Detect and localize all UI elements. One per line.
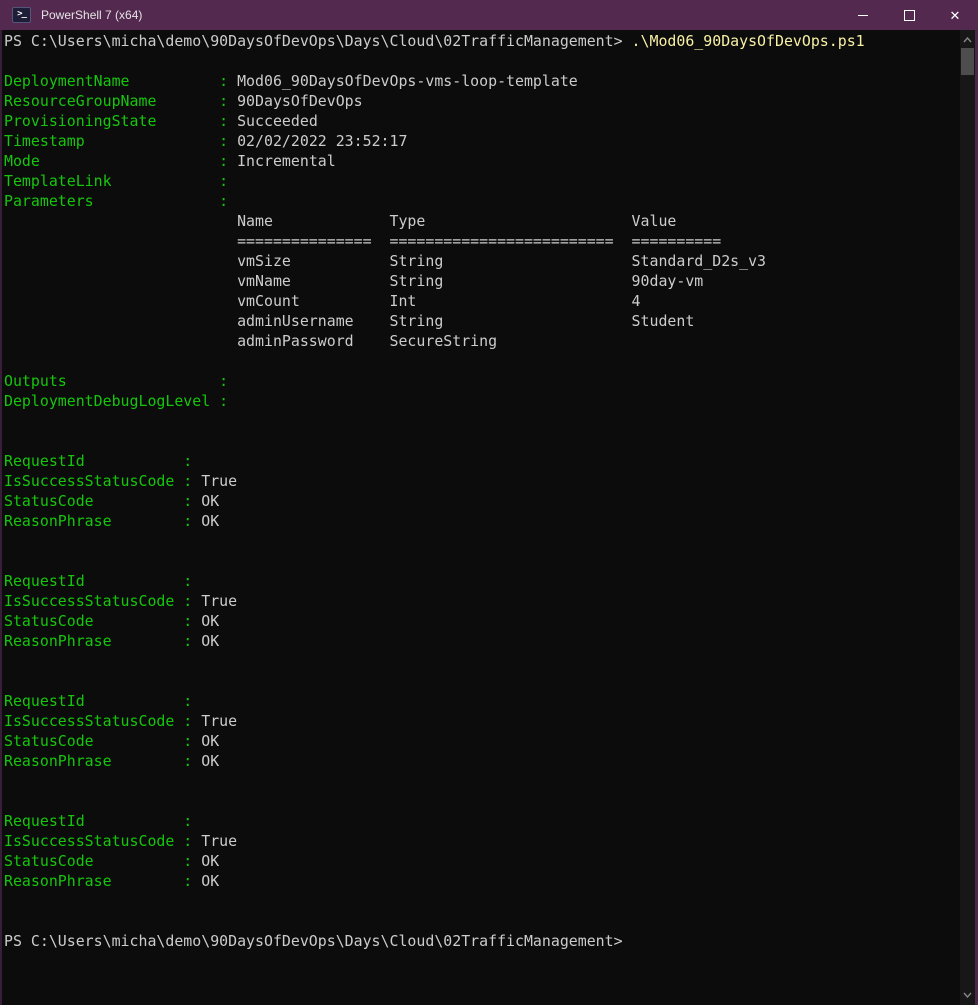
scrollbar-thumb[interactable] — [961, 48, 974, 75]
parameters-table-row: vmName String 90day-vm — [4, 272, 703, 290]
powershell-icon: >_ — [12, 7, 31, 23]
minimize-icon — [858, 15, 868, 16]
ps-field-name: StatusCode : — [4, 852, 201, 870]
ps-field-name: StatusCode : — [4, 612, 201, 630]
shell-prompt: PS C:\Users\micha\demo\90DaysOfDevOps\Da… — [4, 932, 623, 950]
scrollbar[interactable] — [960, 30, 975, 1005]
ps-field-name: ReasonPhrase : — [4, 512, 201, 530]
ps-field-value: OK — [201, 512, 219, 530]
scroll-up-button[interactable] — [960, 33, 975, 47]
titlebar[interactable]: >_ PowerShell 7 (x64) ✕ — [0, 0, 978, 30]
chevron-up-icon — [963, 37, 972, 43]
chevron-down-icon — [963, 992, 972, 998]
shell-prompt: PS C:\Users\micha\demo\90DaysOfDevOps\Da… — [4, 32, 632, 50]
ps-field-name: IsSuccessStatusCode : — [4, 472, 201, 490]
ps-field-name: Outputs : — [4, 372, 237, 390]
ps-field-name: ProvisioningState : — [4, 112, 237, 130]
ps-field-value: True — [201, 832, 237, 850]
ps-field-name: RequestId : — [4, 572, 201, 590]
terminal-output: PS C:\Users\micha\demo\90DaysOfDevOps\Da… — [2, 30, 960, 951]
scroll-down-button[interactable] — [960, 988, 975, 1002]
close-button[interactable]: ✕ — [932, 0, 978, 30]
ps-field-name: Mode : — [4, 152, 237, 170]
ps-field-name: IsSuccessStatusCode : — [4, 592, 201, 610]
parameters-table-header: Name Type Value — [4, 212, 676, 230]
ps-field-name: DeploymentDebugLogLevel : — [4, 392, 237, 410]
ps-field-value: Succeeded — [237, 112, 318, 130]
ps-field-value: True — [201, 712, 237, 730]
ps-field-value: OK — [201, 632, 219, 650]
parameters-table-row: vmSize String Standard_D2s_v3 — [4, 252, 766, 270]
ps-field-value: OK — [201, 732, 219, 750]
ps-field-name: ReasonPhrase : — [4, 632, 201, 650]
window-title: PowerShell 7 (x64) — [41, 8, 840, 22]
ps-field-value: OK — [201, 852, 219, 870]
ps-field-value: OK — [201, 752, 219, 770]
parameters-table-separator: =============== ========================… — [4, 232, 721, 250]
ps-field-name: TemplateLink : — [4, 172, 237, 190]
ps-field-value: 02/02/2022 23:52:17 — [237, 132, 407, 150]
ps-field-name: ReasonPhrase : — [4, 752, 201, 770]
ps-field-value: Mod06_90DaysOfDevOps-vms-loop-template — [237, 72, 578, 90]
ps-field-value: OK — [201, 612, 219, 630]
ps-field-name: IsSuccessStatusCode : — [4, 832, 201, 850]
window-controls: ✕ — [840, 0, 978, 30]
ps-field-name: RequestId : — [4, 452, 201, 470]
ps-field-name: RequestId : — [4, 812, 201, 830]
ps-field-name: DeploymentName : — [4, 72, 237, 90]
ps-field-name: Parameters : — [4, 192, 237, 210]
minimize-button[interactable] — [840, 0, 886, 30]
terminal-area: PS C:\Users\micha\demo\90DaysOfDevOps\Da… — [0, 30, 978, 1005]
ps-field-value: OK — [201, 872, 219, 890]
ps-field-value: 90DaysOfDevOps — [237, 92, 363, 110]
ps-field-value: True — [201, 592, 237, 610]
ps-field-value: OK — [201, 492, 219, 510]
ps-field-name: StatusCode : — [4, 492, 201, 510]
ps-field-name: RequestId : — [4, 692, 201, 710]
terminal-screen[interactable]: PS C:\Users\micha\demo\90DaysOfDevOps\Da… — [2, 30, 960, 1005]
ps-field-name: ReasonPhrase : — [4, 872, 201, 890]
shell-command: .\Mod06_90DaysOfDevOps.ps1 — [632, 32, 865, 50]
parameters-table-row: adminUsername String Student — [4, 312, 694, 330]
ps-field-value: True — [201, 472, 237, 490]
parameters-table-row: adminPassword SecureString — [4, 332, 632, 350]
powershell-window: >_ PowerShell 7 (x64) ✕ PS C:\Users\mich… — [0, 0, 978, 1005]
maximize-icon — [904, 10, 915, 21]
ps-field-value: Incremental — [237, 152, 336, 170]
maximize-button[interactable] — [886, 0, 932, 30]
ps-field-name: StatusCode : — [4, 732, 201, 750]
ps-field-name: IsSuccessStatusCode : — [4, 712, 201, 730]
ps-field-name: Timestamp : — [4, 132, 237, 150]
ps-field-name: ResourceGroupName : — [4, 92, 237, 110]
close-icon: ✕ — [950, 9, 961, 22]
parameters-table-row: vmCount Int 4 — [4, 292, 641, 310]
